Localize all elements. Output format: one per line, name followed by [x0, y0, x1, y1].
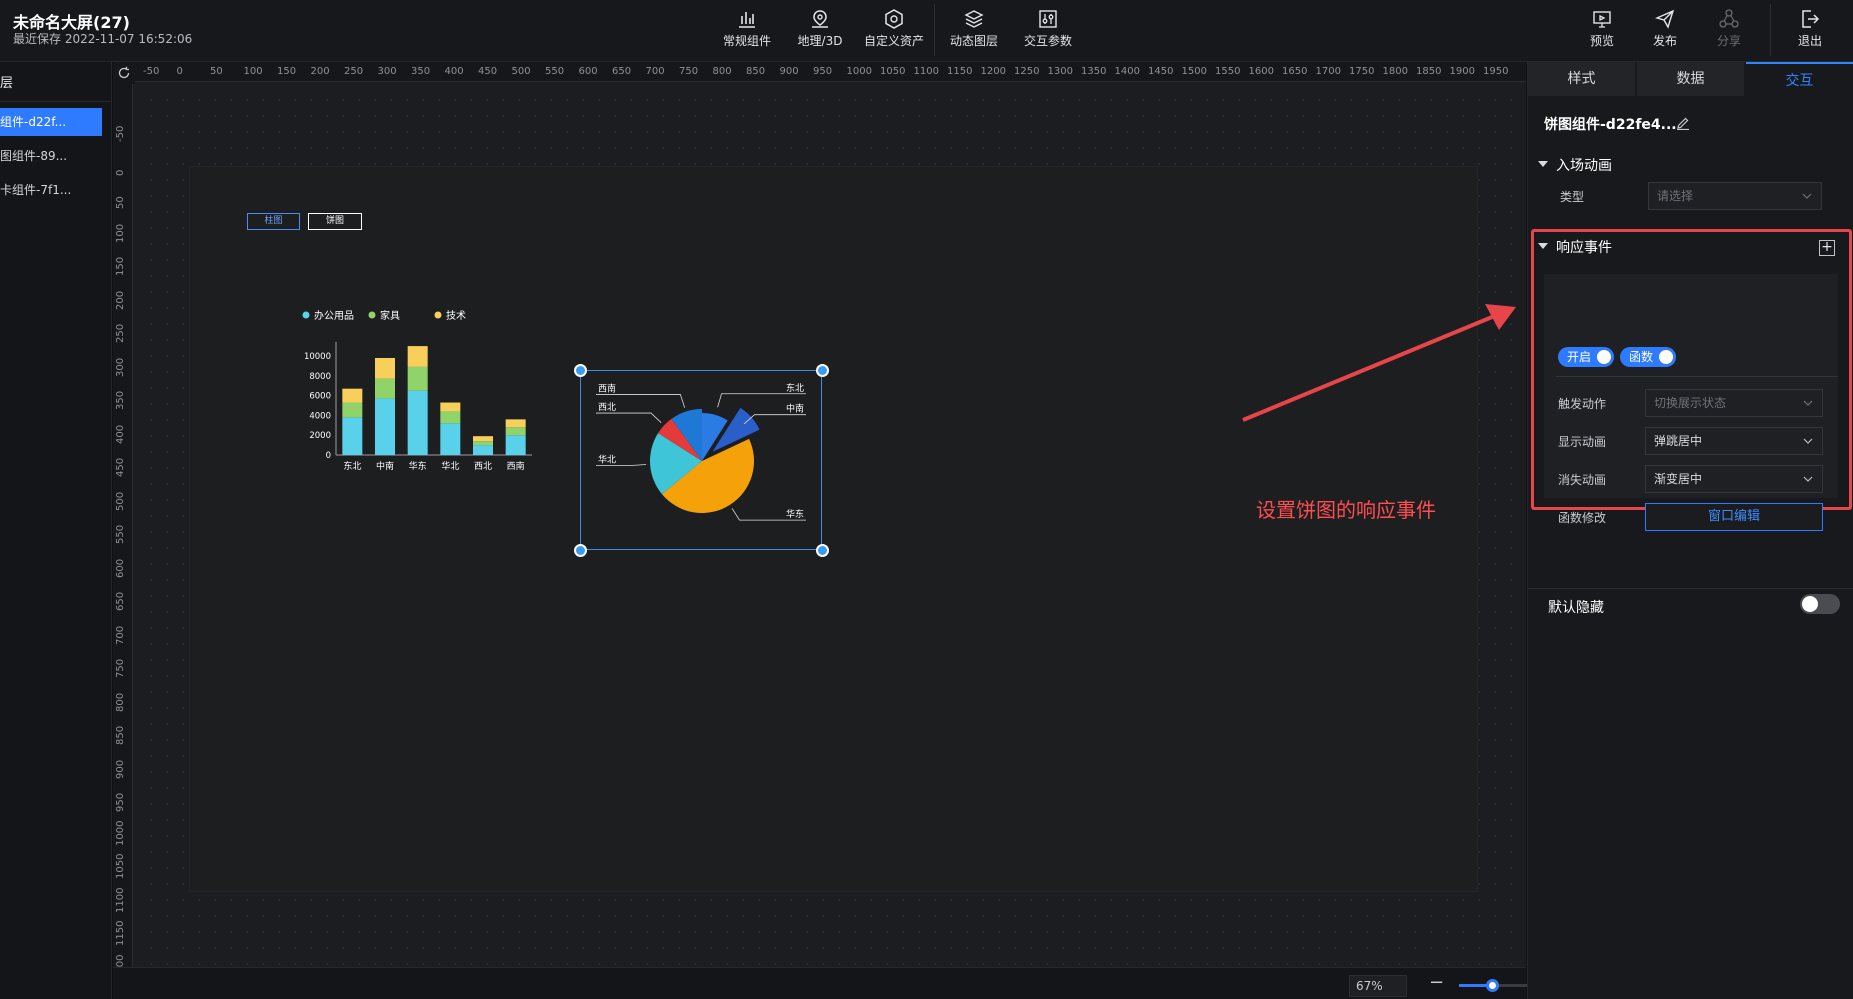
edit-icon[interactable]: [1676, 116, 1690, 130]
divider: [1528, 588, 1853, 589]
trigger-action-select[interactable]: 切换展示状态: [1645, 389, 1823, 417]
layer-panel: 层 组件-d22f... 图组件-89... 卡组件-7f1...: [0, 62, 112, 999]
publish-button[interactable]: 发布: [1628, 8, 1702, 56]
entry-animation-type-select[interactable]: 请选择: [1648, 182, 1822, 210]
window-edit-button[interactable]: 窗口编辑: [1645, 503, 1823, 531]
toggle-knob: [1802, 596, 1818, 612]
divider: [0, 101, 112, 102]
function-toggle[interactable]: 函数: [1620, 347, 1676, 367]
share-button[interactable]: 分享: [1692, 8, 1766, 56]
action-label: 发布: [1652, 34, 1677, 48]
chevron-down-icon: [1802, 193, 1812, 199]
toolbar-divider: [934, 4, 935, 56]
zoom-out-button[interactable]: −: [1429, 972, 1444, 993]
entry-animation-title[interactable]: 入场动画: [1556, 155, 1612, 175]
action-label: 预览: [1589, 34, 1614, 48]
chevron-down-icon: [1803, 476, 1813, 482]
monitor-icon: [1593, 11, 1611, 28]
toggle-label: 开启: [1567, 350, 1592, 364]
layers-icon: [964, 10, 984, 28]
tool-label: 自定义资产: [863, 34, 924, 48]
tool-label: 动态图层: [949, 34, 998, 48]
tool-label: 交互参数: [1023, 34, 1072, 48]
layer-item[interactable]: 图组件-89...: [0, 142, 102, 170]
share-icon: [1719, 9, 1739, 28]
ruler-corner: [113, 62, 135, 84]
bar-chart-icon: [739, 12, 755, 28]
send-icon: [1654, 9, 1675, 29]
default-hidden-toggle[interactable]: [1800, 594, 1840, 614]
chevron-down-icon: [1803, 438, 1813, 444]
map-pin-icon: [812, 10, 828, 28]
tool-common-components[interactable]: 常规组件: [710, 8, 784, 56]
tool-dynamic-layers[interactable]: 动态图层: [937, 8, 1011, 56]
exit-button[interactable]: 退出: [1773, 8, 1847, 56]
tool-custom-assets[interactable]: 自定义资产: [857, 8, 931, 56]
field-label: 消失动画: [1558, 473, 1607, 487]
tab-style[interactable]: 样式: [1528, 62, 1635, 96]
collapse-caret-icon[interactable]: [1538, 161, 1548, 167]
zoom-input[interactable]: 67%: [1349, 975, 1407, 997]
default-hidden-label: 默认隐藏: [1548, 600, 1604, 616]
action-label: 分享: [1716, 34, 1741, 48]
toggle-knob: [1597, 350, 1611, 364]
select-value: 弹跳居中: [1654, 434, 1703, 448]
field-label: 显示动画: [1558, 435, 1607, 449]
tool-geo-3d[interactable]: 地理/3D: [783, 8, 857, 56]
show-animation-select[interactable]: 弹跳居中: [1645, 427, 1823, 455]
action-label: 退出: [1797, 34, 1822, 48]
layer-item[interactable]: 组件-d22f...: [0, 108, 102, 136]
collapse-caret-icon[interactable]: [1538, 243, 1548, 249]
tool-label: 地理/3D: [797, 34, 843, 48]
toggle-knob: [1659, 350, 1673, 364]
divider: [1556, 376, 1838, 377]
property-panel: 样式 数据 交互 饼图组件-d22fe4... 入场动画 类型 请选择 响应事件…: [1527, 62, 1853, 999]
sliders-icon: [1039, 10, 1057, 28]
hexagon-icon: [885, 9, 903, 29]
top-bar: 未命名大屏(27) 最近保存 2022-11-07 16:52:06 常规组件 …: [0, 0, 1853, 62]
chevron-down-icon: [1803, 400, 1813, 406]
toolbar-divider: [1770, 4, 1771, 56]
tab-data[interactable]: 数据: [1637, 62, 1744, 96]
enable-toggle[interactable]: 开启: [1558, 347, 1614, 367]
layer-item[interactable]: 卡组件-7f1...: [0, 176, 102, 204]
toggle-label: 函数: [1629, 350, 1654, 364]
layer-panel-header: 层: [0, 76, 14, 91]
tab-interaction[interactable]: 交互: [1746, 62, 1853, 96]
hide-animation-select[interactable]: 渐变居中: [1645, 465, 1823, 493]
save-time: 最近保存 2022-11-07 16:52:06: [13, 32, 193, 46]
tool-interaction-params[interactable]: 交互参数: [1011, 8, 1085, 56]
component-name: 饼图组件-d22fe4...: [1544, 117, 1677, 133]
add-icon[interactable]: +: [1819, 240, 1835, 256]
select-value: 渐变居中: [1654, 472, 1703, 486]
zoom-bar: 67% − +: [113, 967, 1621, 999]
exit-icon: [1802, 10, 1820, 28]
canvas-area[interactable]: -50 0 50 100 150 200 250 300 350 400 450 500 550 600 6…: [113, 62, 1526, 967]
tool-label: 常规组件: [722, 34, 771, 48]
field-label: 触发动作: [1558, 397, 1607, 411]
field-label: 类型: [1560, 190, 1585, 204]
response-events-title[interactable]: 响应事件: [1556, 237, 1612, 257]
select-value: 切换展示状态: [1654, 396, 1727, 410]
refresh-icon[interactable]: [117, 66, 131, 80]
field-label: 函数修改: [1558, 511, 1607, 525]
annotation-text: 设置饼图的响应事件: [1256, 498, 1436, 522]
select-value: 请选择: [1657, 189, 1694, 203]
zoom-slider-handle[interactable]: [1486, 979, 1499, 992]
